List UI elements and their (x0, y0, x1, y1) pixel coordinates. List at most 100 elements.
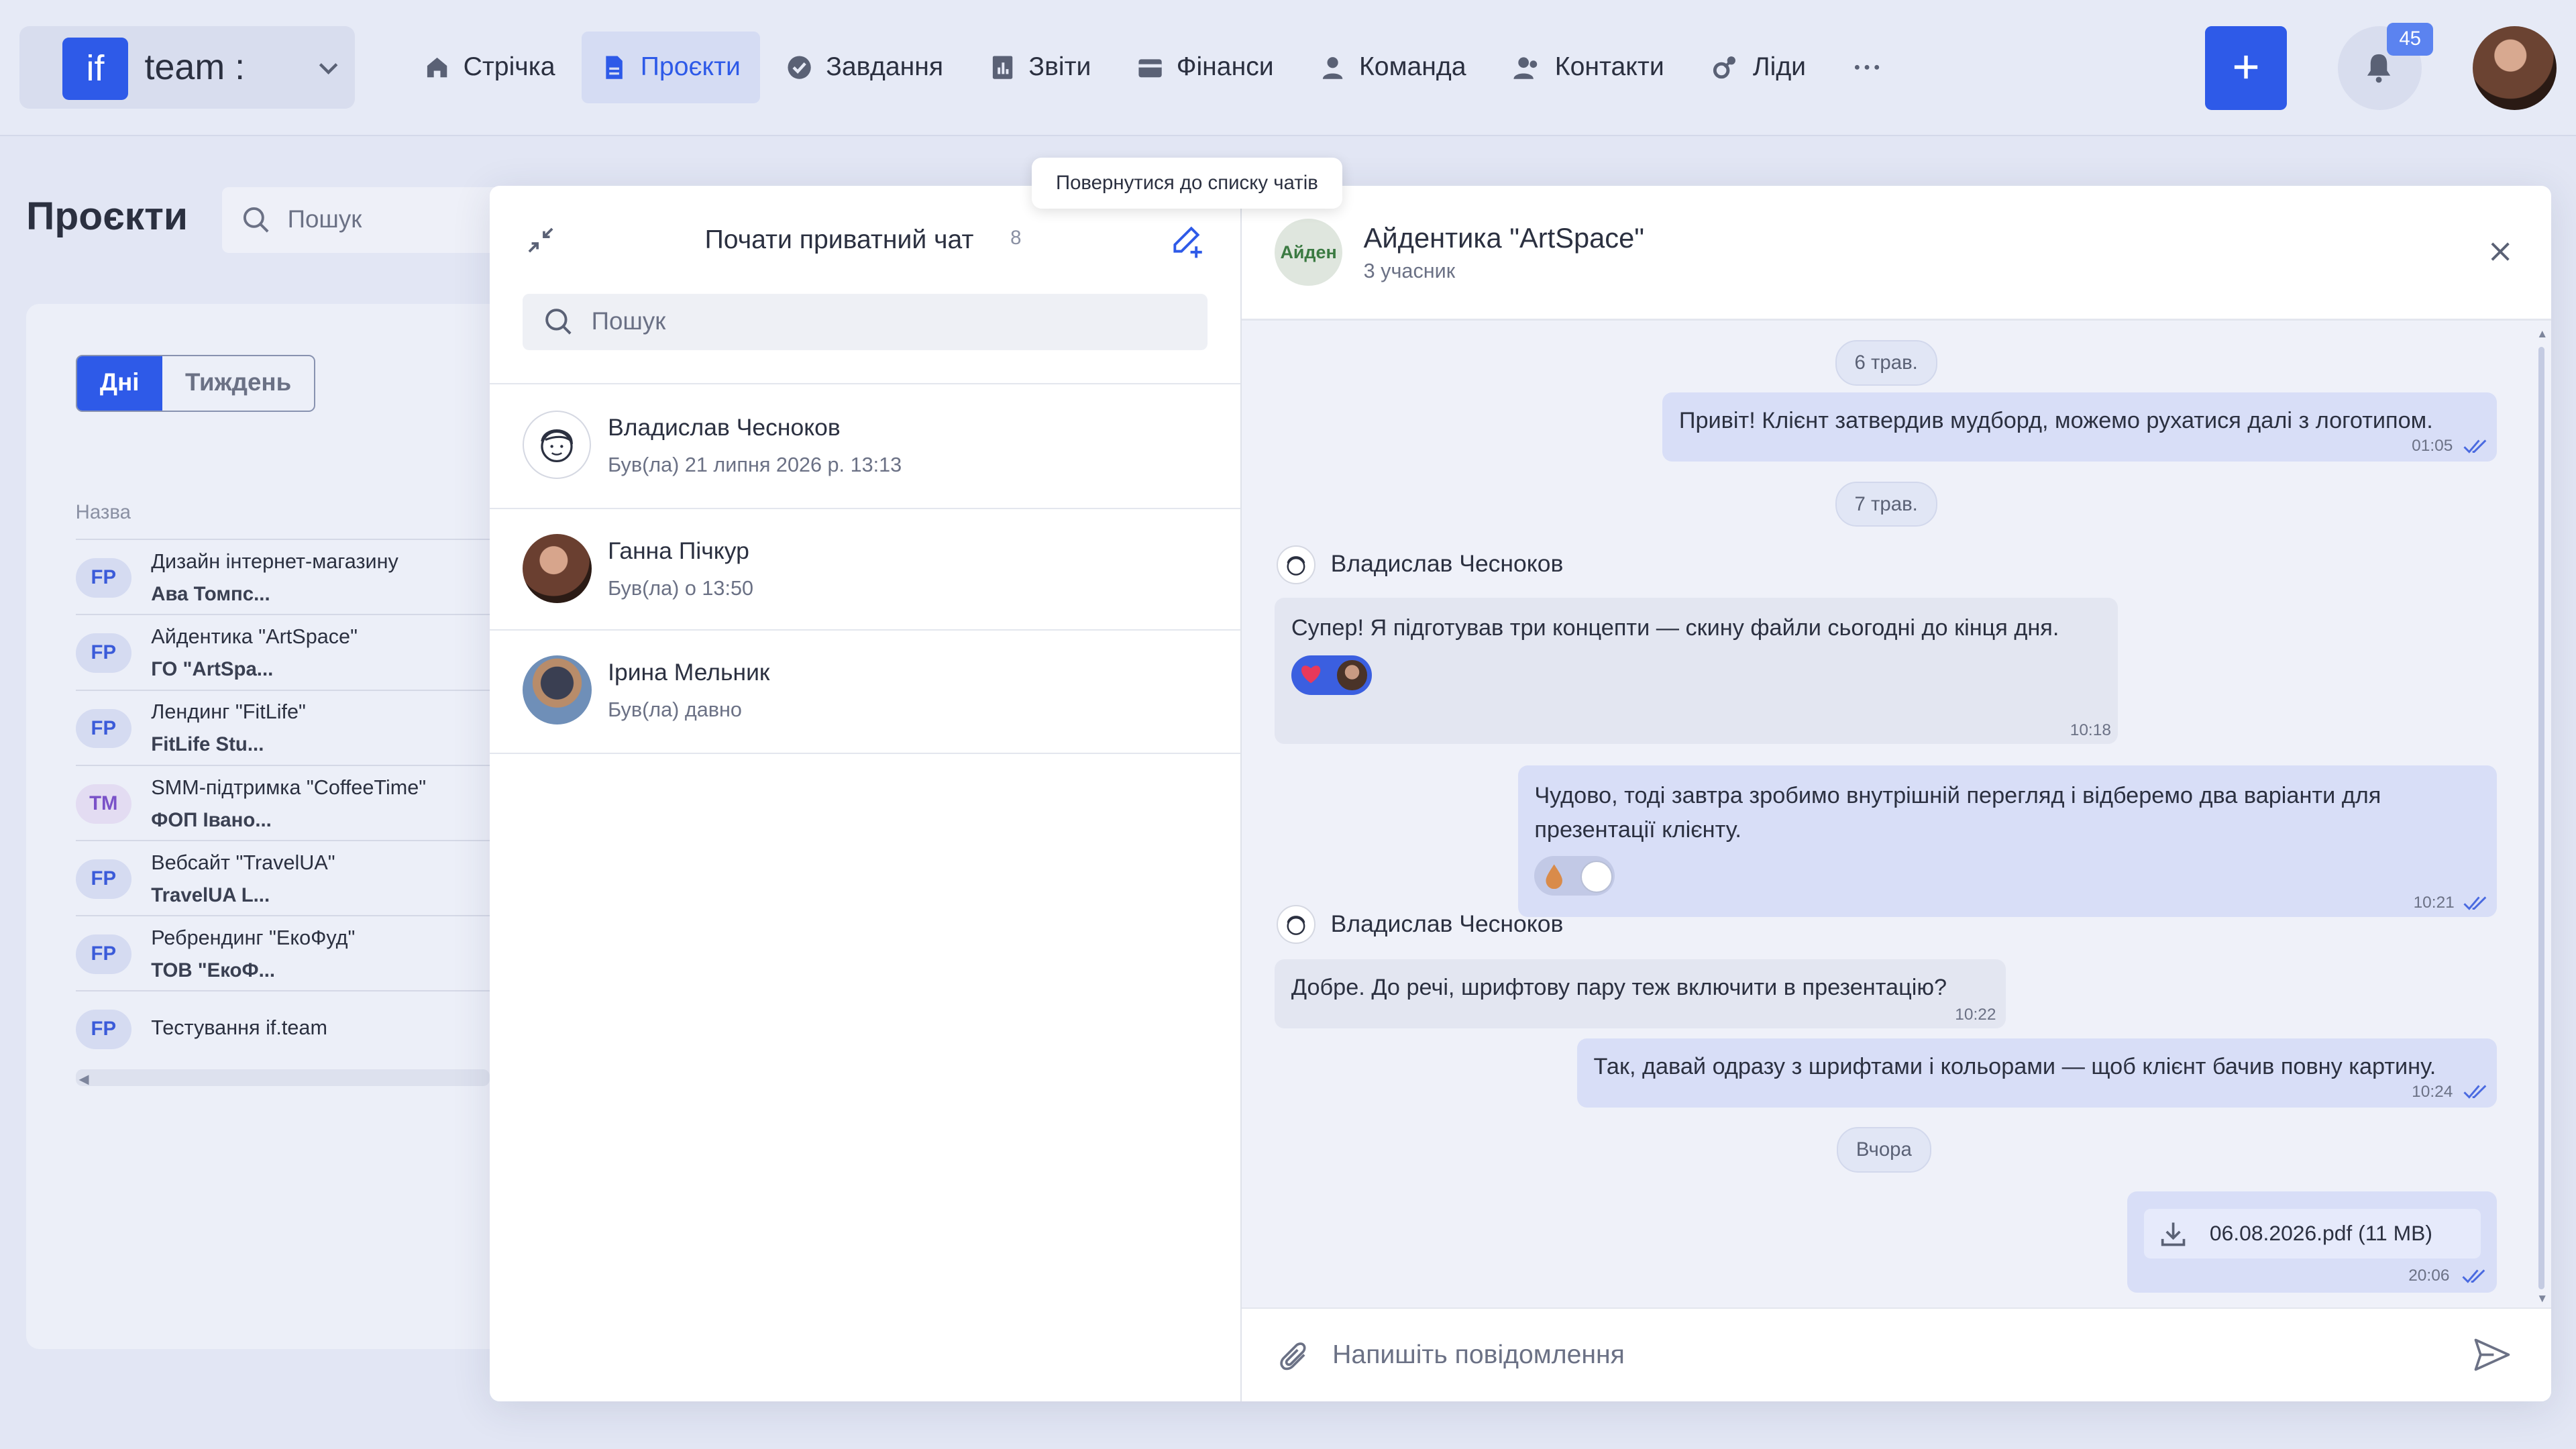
double-check-icon (2461, 1269, 2487, 1285)
project-type-badge: FP (75, 1010, 131, 1050)
nav-item-reports[interactable]: Звіти (969, 32, 1111, 104)
conversation-title: Айдентика "ArtSpace" (1363, 221, 1645, 254)
bell-icon (2364, 51, 2394, 84)
chat-count: 8 (1010, 226, 1022, 249)
send-icon[interactable] (2474, 1338, 2510, 1371)
project-type-badge: TM (75, 784, 131, 824)
project-type-badge: FP (75, 558, 131, 598)
message-bubble-incoming: Добре. До речі, шрифтову пару теж включи… (1275, 959, 2006, 1029)
nav-item-label: Фінанси (1176, 52, 1274, 82)
nav-item-team[interactable]: Команда (1300, 32, 1486, 104)
tab-days[interactable]: Дні (76, 356, 162, 411)
message-text: Привіт! Клієнт затвердив мудборд, можемо… (1678, 408, 2433, 434)
date-separator: Вчора (1836, 1127, 1931, 1173)
nav-item-feed[interactable]: Стрічка (404, 32, 574, 104)
project-type-badge: FP (75, 859, 131, 899)
nav-item-label: Контакти (1554, 52, 1664, 82)
close-icon[interactable] (2489, 240, 2512, 263)
table-row[interactable]: FP Лендинг "FitLife" FitLife Stu... (75, 689, 490, 765)
chat-search-input[interactable]: Пошук (522, 294, 1208, 350)
project-title: Дизайн інтернет-магазину (151, 549, 398, 573)
message-time: 20:06 (2408, 1267, 2450, 1285)
nav-item-label: Команда (1358, 52, 1466, 82)
nav-item-leads[interactable]: Ліди (1690, 32, 1826, 104)
chat-status: Був(ла) о 13:50 (608, 576, 753, 600)
avatar (522, 655, 592, 724)
file-attachment[interactable]: 06.08.2026.pdf (11 MB) (2143, 1209, 2481, 1258)
column-header-name[interactable]: Назва (76, 501, 131, 524)
chat-list-panel: Почати приватний чат 8 Пошук Владислав Ч… (489, 185, 1242, 1401)
search-icon (241, 205, 271, 235)
nav-item-label: Проєкти (640, 52, 741, 82)
paperclip-icon[interactable] (1278, 1338, 1311, 1375)
project-title: Айдентика "ArtSpace" (151, 625, 358, 649)
file-name: 06.08.2026.pdf (11 MB) (2209, 1220, 2432, 1245)
date-separator: 6 трав. (1835, 339, 1937, 386)
project-client: ТОВ "ЕкоФ... (151, 959, 276, 981)
nav-item-projects[interactable]: Проєкти (581, 31, 761, 104)
horizontal-scrollbar[interactable]: ◀ (75, 1069, 490, 1087)
message-sender: Владислав Чесноков (1330, 550, 1564, 578)
messages-scrollbar[interactable]: ▲ ▼ (2535, 323, 2548, 1306)
add-button[interactable] (2204, 26, 2287, 111)
table-row[interactable]: TM SMM-підтримка "CoffeeTime" ФОП Івано.… (75, 764, 490, 840)
table-row[interactable]: FP Ребрендинг "ЕкоФуд" ТОВ "ЕкоФ... (75, 915, 490, 990)
nav-item-finance[interactable]: Фінанси (1118, 32, 1294, 104)
nav-item-label: Звіти (1028, 52, 1091, 82)
user-avatar[interactable] (2472, 26, 2557, 111)
top-navigation-bar: if team : Стрічка Проєкти Завдання Звіти… (0, 0, 2576, 136)
group-avatar: Айден (1275, 218, 1342, 286)
project-title: Вебсайт "TravelUA" (151, 851, 335, 874)
nav-more-button[interactable] (1832, 32, 1901, 104)
chat-list-item[interactable]: Ганна Пічкур Був(ла) о 13:50 (490, 508, 1240, 629)
project-type-badge: FP (75, 708, 131, 749)
period-toggle: Дні Тиждень (75, 354, 316, 412)
heart-reaction-icon (1299, 663, 1322, 685)
chat-name: Владислав Чесноков (608, 414, 841, 441)
table-row[interactable]: FP Тестування if.team (75, 990, 490, 1065)
double-check-icon (2463, 439, 2489, 455)
avatar (522, 411, 591, 480)
check-circle-icon (786, 54, 812, 80)
minimize-icon[interactable] (526, 225, 555, 255)
chat-status: Був(ла) 21 липня 2026 р. 13:13 (608, 453, 902, 476)
project-client: FitLife Stu... (151, 733, 264, 756)
table-row[interactable]: FP Айдентика "ArtSpace" ГО "ArtSpa... (75, 614, 490, 689)
scroll-up-icon: ▲ (2536, 327, 2548, 341)
nav-item-contacts[interactable]: Контакти (1493, 32, 1684, 104)
tab-week[interactable]: Тиждень (162, 356, 315, 411)
project-type-badge: FP (75, 633, 131, 674)
reactions[interactable] (1291, 655, 1372, 695)
table-row[interactable]: FP Дизайн інтернет-магазину Ава Томпс... (75, 539, 490, 614)
new-chat-icon[interactable] (1170, 223, 1206, 260)
scrollbar-thumb[interactable] (2538, 346, 2545, 1290)
chat-status: Був(ла) давно (608, 698, 742, 721)
brand-name: team : (144, 46, 246, 87)
reactor-avatar (1580, 861, 1613, 894)
chat-list-item[interactable]: Владислав Чесноков Був(ла) 21 липня 2026… (490, 384, 1240, 506)
message-sender: Владислав Чесноков (1330, 910, 1564, 937)
project-client: ФОП Івано... (151, 808, 272, 831)
drop-reaction-icon (1544, 863, 1564, 889)
message-text: Так, давай одразу з шрифтами і кольорами… (1593, 1053, 2436, 1079)
table-row[interactable]: FP Вебсайт "TravelUA" TravelUA L... (75, 840, 490, 915)
message-text: Чудово, тоді завтра зробимо внутрішній п… (1534, 782, 2381, 808)
chat-modal: Почати приватний чат 8 Пошук Владислав Ч… (489, 185, 2552, 1401)
message-time: 10:21 (2413, 894, 2455, 912)
avatar (522, 533, 592, 603)
chat-name: Ірина Мельник (608, 659, 770, 686)
chat-list-item[interactable]: Ірина Мельник Був(ла) давно (490, 629, 1240, 751)
message-input[interactable]: Напишіть повідомлення (1332, 1340, 1625, 1370)
workspace-switcher[interactable]: if team : (19, 26, 355, 109)
message-time: 10:24 (2412, 1082, 2453, 1101)
notification-count-badge: 45 (2387, 23, 2433, 56)
nav-item-label: Ліди (1752, 52, 1807, 82)
reactions[interactable] (1534, 855, 1615, 896)
leads-icon (1710, 52, 1739, 82)
nav-item-label: Завдання (826, 52, 944, 82)
message-time: 10:22 (1955, 1005, 1996, 1024)
page-title: Проєкти (26, 194, 188, 238)
nav-item-tasks[interactable]: Завдання (767, 32, 963, 104)
search-placeholder: Пошук (287, 205, 362, 233)
project-client: TravelUA L... (151, 883, 270, 906)
